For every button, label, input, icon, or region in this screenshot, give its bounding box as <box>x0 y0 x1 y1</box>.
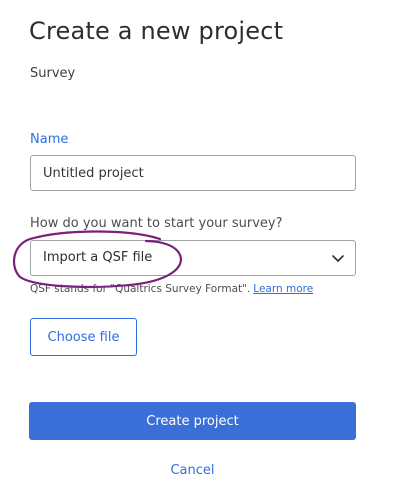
start-method-label: How do you want to start your survey? <box>30 216 283 231</box>
chevron-down-icon <box>332 255 344 262</box>
name-field-label: Name <box>30 132 69 147</box>
choose-file-button[interactable]: Choose file <box>30 318 137 356</box>
page-title: Create a new project <box>29 17 284 45</box>
cancel-button[interactable]: Cancel <box>0 463 385 478</box>
project-type-label: Survey <box>30 66 76 81</box>
project-name-input[interactable] <box>30 155 356 191</box>
start-method-select[interactable]: Import a QSF file <box>30 240 356 276</box>
qsf-helper-text: QSF stands for "Qualtrics Survey Format"… <box>30 283 313 295</box>
start-method-selected-value: Import a QSF file <box>43 250 153 265</box>
create-project-dialog: Create a new project Survey Name How do … <box>0 0 409 498</box>
qsf-helper-description: QSF stands for "Qualtrics Survey Format"… <box>30 283 251 295</box>
learn-more-link[interactable]: Learn more <box>253 283 313 295</box>
create-project-button[interactable]: Create project <box>29 402 356 440</box>
